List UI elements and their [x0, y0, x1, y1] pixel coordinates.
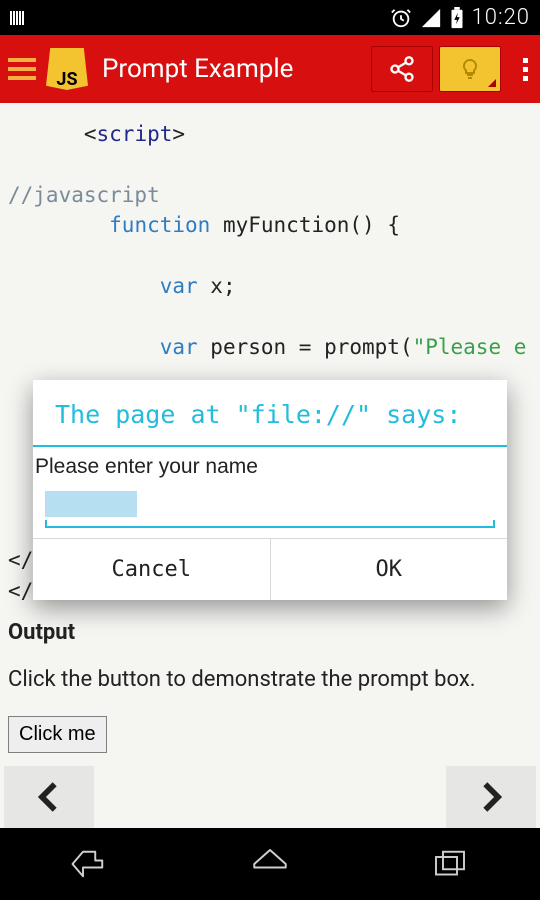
- alarm-icon: [390, 7, 412, 29]
- input-underline: [45, 526, 495, 528]
- signal-icon: [420, 7, 442, 29]
- cancel-button[interactable]: Cancel: [33, 539, 270, 600]
- lightbulb-icon: [458, 57, 482, 81]
- tip-button[interactable]: [439, 46, 501, 92]
- android-nav-bar: [0, 828, 540, 900]
- content-area: <script> //javascript function myFunctio…: [0, 103, 540, 828]
- overflow-menu-icon[interactable]: [523, 58, 528, 81]
- dialog-message: Please enter your name: [33, 447, 507, 489]
- menu-icon[interactable]: [8, 58, 36, 80]
- signal-left-icon: [10, 11, 24, 25]
- battery-charging-icon: [450, 7, 464, 29]
- status-time: 10:20: [472, 5, 530, 30]
- text-selection: [45, 491, 137, 517]
- share-icon: [388, 55, 416, 83]
- app-title: Prompt Example: [102, 54, 371, 84]
- ok-button[interactable]: OK: [270, 539, 508, 600]
- app-bar: JS Prompt Example: [0, 35, 540, 103]
- home-icon[interactable]: [249, 843, 291, 885]
- share-button[interactable]: [371, 46, 433, 92]
- recent-apps-icon[interactable]: [429, 843, 471, 885]
- js-logo-icon: JS: [46, 48, 88, 90]
- prompt-dialog: The page at "file://" says: Please enter…: [33, 380, 507, 600]
- back-icon[interactable]: [69, 843, 111, 885]
- dialog-overlay: The page at "file://" says: Please enter…: [0, 103, 540, 828]
- dialog-title: The page at "file://" says:: [33, 380, 507, 445]
- status-bar: 10:20: [0, 0, 540, 35]
